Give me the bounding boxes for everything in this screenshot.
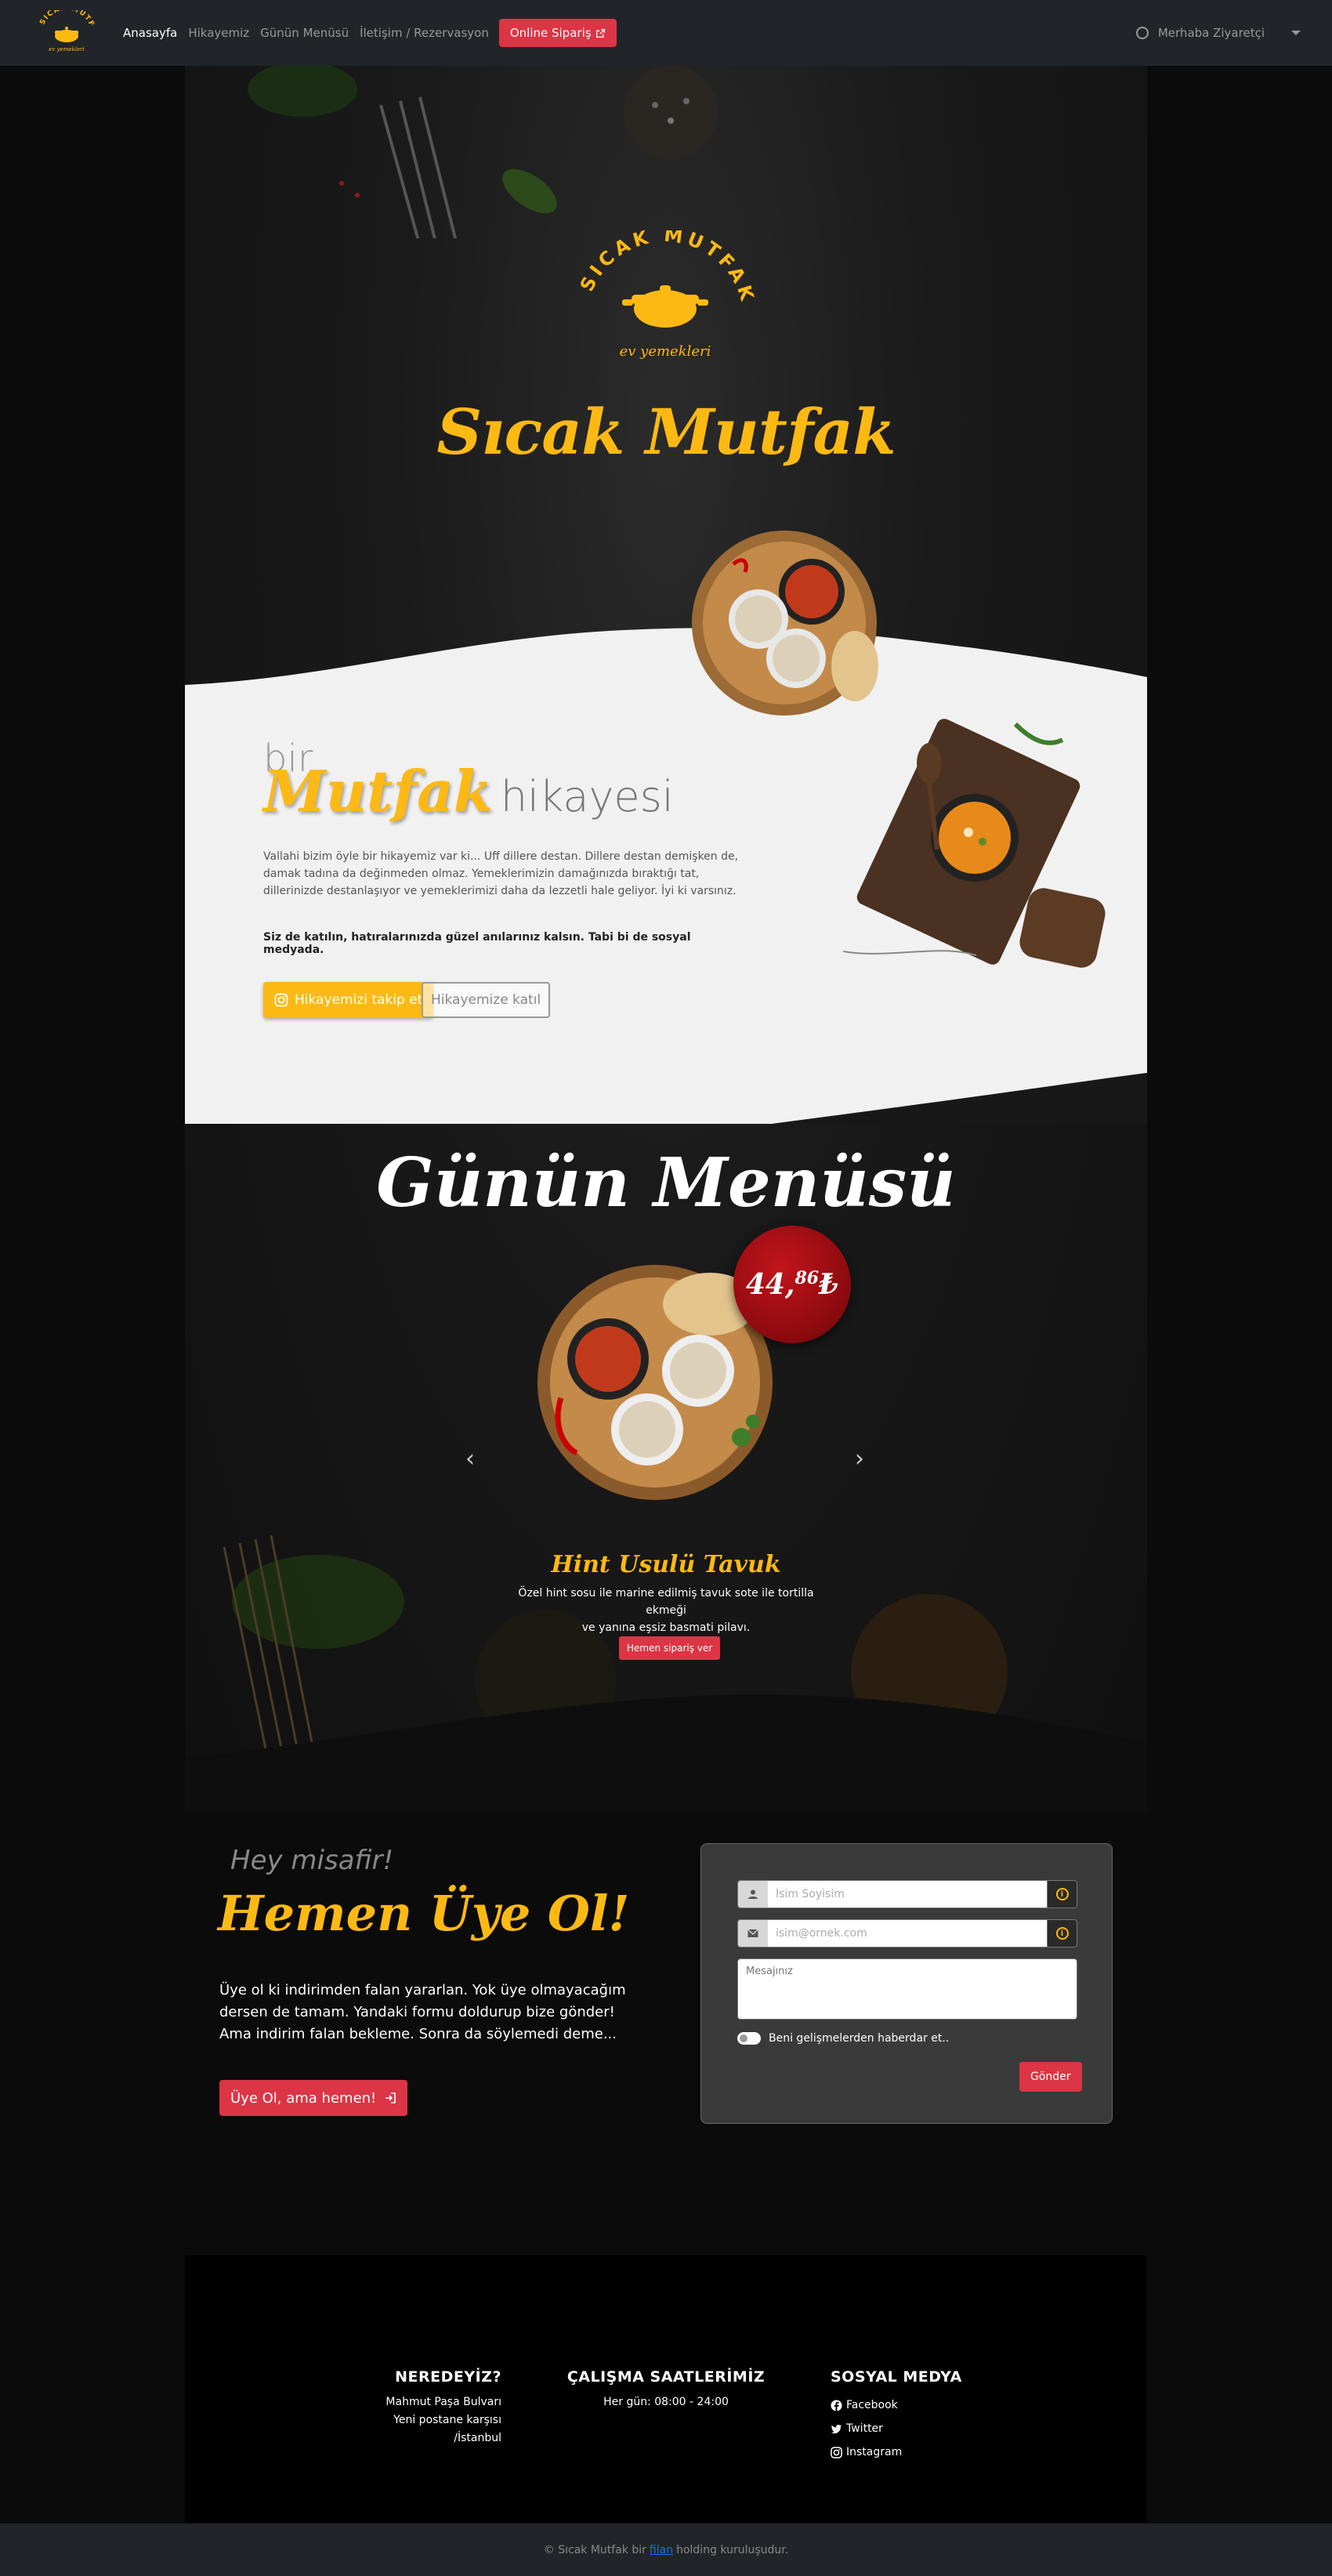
copyright-link[interactable]: filan: [650, 2544, 673, 2556]
footer-location: NEREDEYİZ? Mahmut Paşa Bulvarı Yeni post…: [345, 2368, 501, 2447]
copyright-post: holding kuruluşudur.: [676, 2543, 789, 2556]
external-link-icon: [595, 28, 605, 38]
user-icon: [738, 1881, 768, 1908]
copyright-pre: © Sıcak Mutfak bir: [543, 2543, 646, 2556]
newsletter-toggle-label: Beni gelişmelerden haberdar et..: [769, 2032, 950, 2045]
email-input-group: i: [737, 1919, 1077, 1947]
story-heading-mutfak: Mutfak: [263, 758, 493, 824]
story-paragraph: Vallahi bizim öyle bir hikayemiz var ki.…: [263, 850, 739, 897]
dish-description-line2: ve yanına eşsiz basmati pilavı.: [581, 1621, 751, 1634]
name-input-group: i: [737, 1880, 1077, 1908]
name-info-button[interactable]: i: [1047, 1881, 1077, 1908]
online-order-label: Online Sipariş: [509, 26, 592, 40]
signup-greeting: Hey misafir!: [230, 1845, 394, 1876]
main-container: SICAK MUTFAK ev yemekleri Sıcak Mutfak b: [185, 66, 1147, 1812]
dish-name: Hint Usulü Tavuk: [551, 1551, 781, 1578]
story-heading: bir Mutfak hikayesi: [263, 740, 674, 820]
join-story-button[interactable]: Hikayemize katıl: [422, 982, 551, 1018]
instagram-follow-button[interactable]: Hikayemizi takip et: [263, 982, 434, 1018]
footer-social-title: SOSYAL MEDYA: [831, 2368, 962, 2386]
online-order-button[interactable]: Online Sipariş: [498, 19, 617, 47]
copyright-bar: © Sıcak Mutfak bir filan holding kuruluş…: [0, 2523, 1332, 2576]
contact-form: i i Beni gelişmelerden haberdar et.. Gön…: [700, 1843, 1113, 2124]
dark-wave-divider: [185, 1694, 1147, 1812]
dish-description: Özel hint sosu ile marine edilmiş tavuk …: [509, 1585, 823, 1636]
hero-title: Sıcak Mutfak: [436, 395, 896, 469]
info-icon: i: [1055, 1888, 1069, 1900]
carousel-next-icon[interactable]: ›: [855, 1445, 871, 1476]
signup-text: Üye ol ki indirimden falan yararlan. Yok…: [219, 1982, 626, 2042]
footer-social: SOSYAL MEDYA Facebook Twitter Instagram: [831, 2368, 987, 2464]
twitter-icon: [831, 2424, 842, 2433]
footer-link-twitter[interactable]: Twitter: [831, 2417, 987, 2440]
twitter-label: Twitter: [846, 2422, 883, 2435]
nav-link-menu[interactable]: Günün Menüsü: [255, 26, 354, 40]
footer-link-facebook[interactable]: Facebook: [831, 2393, 987, 2417]
footer-hours-title: ÇALIŞMA SAATLERİMİZ: [566, 2368, 766, 2386]
signup-button[interactable]: Üye Ol, ama hemen!: [219, 2080, 408, 2116]
price-text: 44,86₺: [746, 1268, 838, 1301]
newsletter-toggle-row: Beni gelişmelerden haberdar et..: [737, 2032, 949, 2045]
footer-hours: ÇALIŞMA SAATLERİMİZ Her gün: 08:00 - 24:…: [556, 2368, 776, 2411]
email-input[interactable]: [768, 1920, 1047, 1947]
name-input[interactable]: [768, 1881, 1047, 1908]
top-navbar: SICAK MUTFAK ev yemekleri Anasayfa Hikay…: [0, 0, 1332, 66]
footer-link-instagram[interactable]: Instagram: [831, 2440, 987, 2464]
soup-board-image: [843, 719, 1106, 968]
dish-description-line1: Özel hint sosu ile marine edilmiş tavuk …: [518, 1587, 814, 1617]
nav-link-story[interactable]: Hikayemiz: [183, 26, 255, 40]
send-button[interactable]: Gönder: [1019, 2062, 1082, 2092]
carousel-prev-icon[interactable]: ‹: [465, 1445, 481, 1476]
footer-address-line2: Yeni postane karşısı: [393, 2414, 501, 2426]
svg-text:SICAK MUTFAK: SICAK MUTFAK: [36, 10, 96, 27]
price-currency: ₺: [819, 1268, 839, 1301]
footer-address-line1: Mahmut Paşa Bulvarı: [385, 2396, 501, 2408]
thali-plate-image: [692, 531, 878, 716]
brand-logo[interactable]: SICAK MUTFAK ev yemekleri: [31, 6, 102, 60]
newsletter-toggle[interactable]: [737, 2032, 761, 2045]
message-textarea[interactable]: [737, 1958, 1077, 2020]
footer-hours-text: Her gün: 08:00 - 24:00: [603, 2396, 729, 2408]
signup-button-label: Üye Ol, ama hemen!: [230, 2089, 377, 2107]
user-menu[interactable]: Merhaba Ziyaretçi: [1135, 26, 1301, 40]
signup-title: Hemen Üye Ol!: [218, 1885, 630, 1942]
price-main: 44,: [745, 1268, 795, 1301]
hero-logo-subtext: ev yemekleri: [620, 343, 711, 360]
price-cents: 86: [794, 1268, 820, 1288]
price-badge: 44,86₺: [733, 1226, 851, 1343]
sign-in-icon: [385, 2092, 396, 2103]
info-icon: i: [1055, 1927, 1069, 1940]
email-info-button[interactable]: i: [1047, 1920, 1077, 1947]
svg-text:ev yemekleri: ev yemekleri: [49, 46, 84, 53]
order-now-button[interactable]: Hemen sipariş ver: [619, 1636, 721, 1660]
instagram-label: Instagram: [846, 2446, 903, 2458]
instagram-icon: [831, 2446, 842, 2458]
user-circle-icon: [1135, 27, 1149, 39]
spice-decoration: [248, 66, 718, 238]
hero-logo: SICAK MUTFAK ev yemekleri: [576, 230, 755, 360]
instagram-icon: [274, 993, 288, 1007]
story-heading-hikayesi: hikayesi: [500, 772, 674, 821]
nav-link-contact[interactable]: İletişim / Rezervasyon: [354, 26, 494, 40]
footer-address-line3: /İstanbul: [454, 2432, 501, 2444]
user-greeting: Merhaba Ziyaretçi: [1157, 26, 1265, 40]
menu-title: Günün Menüsü: [376, 1143, 956, 1223]
dropdown-caret-icon: [1291, 31, 1301, 35]
facebook-label: Facebook: [846, 2399, 898, 2411]
footer-location-title: NEREDEYİZ?: [395, 2368, 501, 2386]
nav-link-home[interactable]: Anasayfa: [118, 26, 183, 40]
facebook-icon: [831, 2399, 842, 2411]
envelope-icon: [738, 1920, 768, 1947]
instagram-follow-label: Hikayemizi takip et: [295, 992, 423, 1008]
story-bold-line: Siz de katılın, hatıralarınızda güzel an…: [263, 931, 691, 956]
